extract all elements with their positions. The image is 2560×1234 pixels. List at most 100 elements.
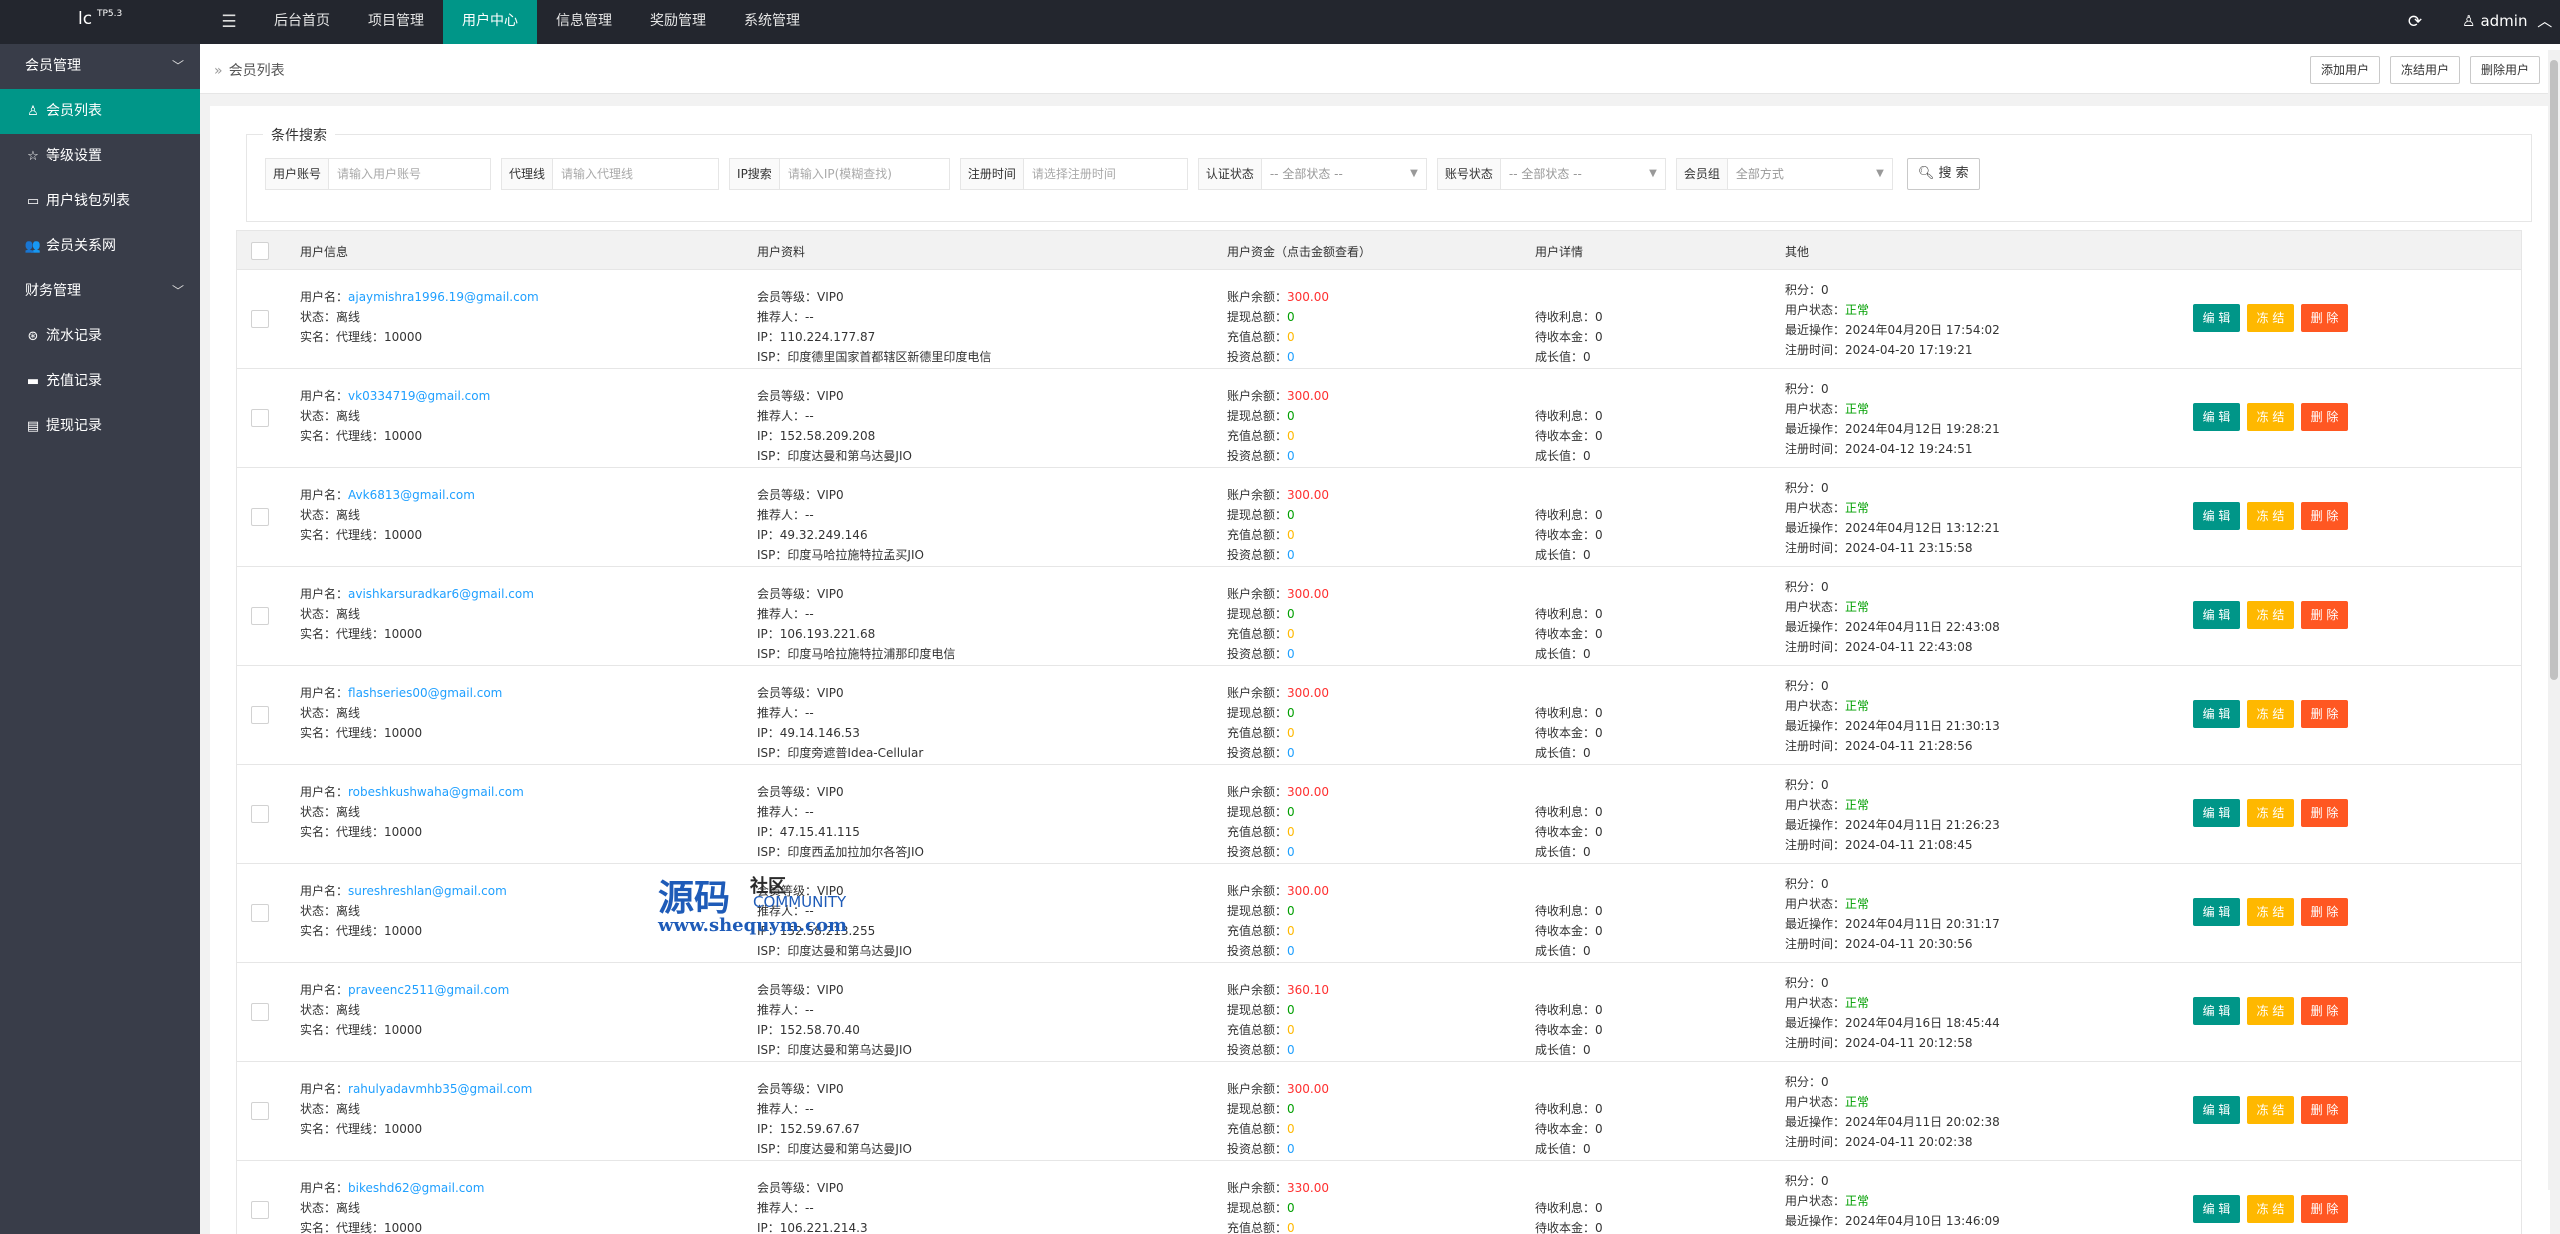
- freeze-button[interactable]: 冻 结: [2247, 898, 2294, 926]
- freeze-button[interactable]: 冻 结: [2247, 1096, 2294, 1124]
- topnav-item[interactable]: 系统管理: [725, 0, 819, 44]
- balance-value: 300.00: [1287, 290, 1330, 304]
- search-input[interactable]: [1023, 158, 1188, 190]
- field-line: 用户名：bikeshd62@gmail.com: [300, 1178, 484, 1198]
- field-line: 账户余额：300.00: [1227, 881, 1329, 901]
- search-select[interactable]: -- 全部状态 -- ▼: [1500, 158, 1666, 190]
- delete-button[interactable]: 删 除: [2301, 403, 2348, 431]
- user-info-cell: 用户名：praveenc2511@gmail.com 状态：离线 实名：代理线：10…: [300, 980, 509, 1040]
- field-label: 状态：: [300, 1102, 337, 1116]
- select-all-checkbox[interactable]: [251, 242, 269, 260]
- field-label: 充值总额：: [1227, 330, 1288, 344]
- recharge-value: 0: [1287, 924, 1295, 938]
- add-user-button[interactable]: 添加用户: [2309, 56, 2380, 84]
- delete-button[interactable]: 删 除: [2301, 799, 2348, 827]
- row-checkbox[interactable]: [251, 508, 269, 526]
- sidebar-item[interactable]: ☆ 等级设置: [0, 134, 200, 179]
- edit-button[interactable]: 编 辑: [2193, 1096, 2240, 1124]
- freeze-button[interactable]: 冻 结: [2247, 304, 2294, 332]
- row-checkbox[interactable]: [251, 1201, 269, 1219]
- sidebar-item[interactable]: ▬ 充值记录: [0, 359, 200, 404]
- freeze-user-button[interactable]: 冻结用户: [2389, 56, 2460, 84]
- delete-button[interactable]: 删 除: [2301, 502, 2348, 530]
- search-input[interactable]: [779, 158, 950, 190]
- field-label: 注册时间：: [1785, 442, 1846, 456]
- user-menu[interactable]: ♙ admin ︿: [2462, 0, 2557, 44]
- row-actions: 编 辑冻 结删 除: [2193, 304, 2348, 332]
- delete-button[interactable]: 删 除: [2301, 700, 2348, 728]
- field-value: 0: [1595, 330, 1603, 344]
- search-input[interactable]: [553, 158, 720, 190]
- search-input[interactable]: [329, 158, 492, 190]
- field-label: 待收本金：: [1535, 429, 1596, 443]
- edit-button[interactable]: 编 辑: [2193, 898, 2240, 926]
- topnav-item[interactable]: 后台首页: [255, 0, 349, 44]
- freeze-button[interactable]: 冻 结: [2247, 799, 2294, 827]
- freeze-button[interactable]: 冻 结: [2247, 403, 2294, 431]
- delete-button[interactable]: 删 除: [2301, 1096, 2348, 1124]
- sidebar-group-finance[interactable]: 财务管理 ﹀: [0, 269, 200, 314]
- row-checkbox[interactable]: [251, 1003, 269, 1021]
- field-line: 充值总额：0: [1227, 327, 1329, 347]
- row-checkbox[interactable]: [251, 409, 269, 427]
- edit-button[interactable]: 编 辑: [2193, 403, 2240, 431]
- delete-button[interactable]: 删 除: [2301, 898, 2348, 926]
- sidebar-item[interactable]: ⊛ 流水记录: [0, 314, 200, 359]
- sidebar-item[interactable]: 👥 会员关系网: [0, 224, 200, 269]
- sidebar-item[interactable]: ♙ 会员列表: [0, 89, 200, 134]
- topnav-item[interactable]: 奖励管理: [631, 0, 725, 44]
- scrollbar[interactable]: [2548, 50, 2560, 1190]
- username-link: bikeshd62@gmail.com: [348, 1181, 485, 1195]
- freeze-button[interactable]: 冻 结: [2247, 1195, 2294, 1223]
- delete-button[interactable]: 删 除: [2301, 997, 2348, 1025]
- delete-button[interactable]: 删 除: [2301, 601, 2348, 629]
- topnav-item[interactable]: 信息管理: [537, 0, 631, 44]
- sidebar-item[interactable]: ▭ 用户钱包列表: [0, 179, 200, 224]
- field-value: --: [805, 706, 814, 720]
- edit-button[interactable]: 编 辑: [2193, 502, 2240, 530]
- scrollbar-thumb[interactable]: [2550, 60, 2558, 680]
- edit-button[interactable]: 编 辑: [2193, 700, 2240, 728]
- freeze-button[interactable]: 冻 结: [2247, 502, 2294, 530]
- edit-button[interactable]: 编 辑: [2193, 601, 2240, 629]
- topnav-item[interactable]: 项目管理: [349, 0, 443, 44]
- row-checkbox[interactable]: [251, 706, 269, 724]
- freeze-button[interactable]: 冻 结: [2247, 700, 2294, 728]
- realname-value: 代理线：10000: [336, 825, 423, 839]
- field-label: 成长值：: [1535, 449, 1584, 463]
- refresh-icon[interactable]: ⟳: [2400, 0, 2430, 44]
- search-select[interactable]: 全部方式 ▼: [1727, 158, 1893, 190]
- user-status-badge: 正常: [1845, 1095, 1870, 1109]
- row-checkbox[interactable]: [251, 310, 269, 328]
- field-line: 充值总额：0: [1227, 525, 1329, 545]
- edit-button[interactable]: 编 辑: [2193, 304, 2240, 332]
- search-button[interactable]: 🔍︎ 搜 索: [1906, 158, 1980, 190]
- edit-button[interactable]: 编 辑: [2193, 997, 2240, 1025]
- freeze-button[interactable]: 冻 结: [2247, 601, 2294, 629]
- field-line: 会员等级：VIP0: [757, 485, 924, 505]
- topnav-item[interactable]: 用户中心: [443, 0, 537, 44]
- field-label: 待收本金：: [1535, 726, 1596, 740]
- edit-button[interactable]: 编 辑: [2193, 799, 2240, 827]
- sidebar-group-member[interactable]: 会员管理 ﹀: [0, 44, 200, 89]
- row-checkbox[interactable]: [251, 1102, 269, 1120]
- sidebar-item[interactable]: ▤ 提现记录: [0, 404, 200, 449]
- edit-button[interactable]: 编 辑: [2193, 1195, 2240, 1223]
- delete-button[interactable]: 删 除: [2301, 1195, 2348, 1223]
- field-line: ISP：印度马哈拉施特拉浦那印度电信: [757, 644, 955, 664]
- search-select[interactable]: -- 全部状态 -- ▼: [1261, 158, 1427, 190]
- field-line: 最近操作：2024年04月11日 22:43:08: [1785, 617, 2000, 637]
- delete-button[interactable]: 删 除: [2301, 304, 2348, 332]
- freeze-button[interactable]: 冻 结: [2247, 997, 2294, 1025]
- row-checkbox[interactable]: [251, 607, 269, 625]
- hamburger-icon[interactable]: ☰: [214, 0, 244, 44]
- row-actions: 编 辑冻 结删 除: [2193, 799, 2348, 827]
- field-label: 最近操作：: [1785, 1214, 1846, 1228]
- field-label: 会员等级：: [757, 587, 818, 601]
- field-value: 2024-04-11 23:15:58: [1845, 541, 1973, 555]
- delete-user-button[interactable]: 删除用户: [2469, 56, 2540, 84]
- field-label: 注册时间：: [1785, 343, 1846, 357]
- breadcrumb-current[interactable]: 会员列表: [229, 63, 285, 79]
- row-checkbox[interactable]: [251, 805, 269, 823]
- row-checkbox[interactable]: [251, 904, 269, 922]
